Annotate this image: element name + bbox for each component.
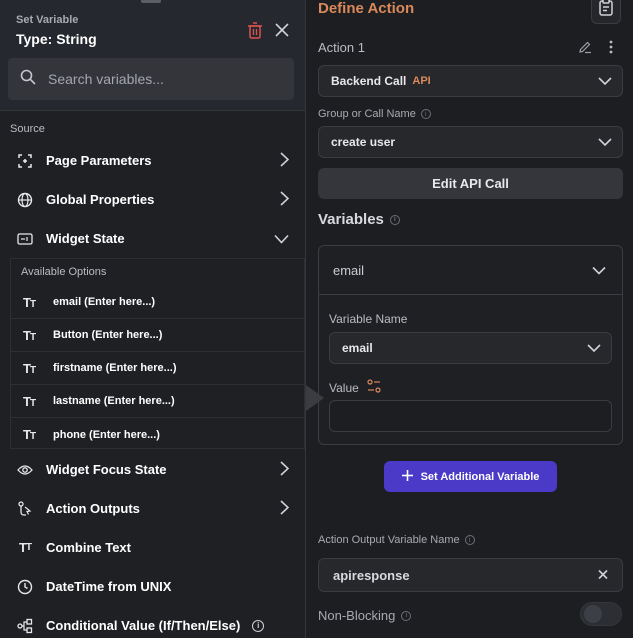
variable-name-select[interactable]: email (329, 332, 612, 364)
non-blocking-toggle[interactable] (580, 602, 622, 626)
variables-title: Variables i (318, 211, 400, 228)
toggle-knob (584, 605, 602, 623)
info-icon: i (401, 610, 412, 621)
available-options-label: Available Options (21, 266, 107, 278)
chevron-right-icon (280, 499, 290, 518)
list-item[interactable]: TT phone (Enter here...) (11, 418, 305, 451)
nav-item-global-properties[interactable]: Global Properties (0, 180, 305, 219)
more-options-icon[interactable] (608, 40, 614, 59)
trash-icon[interactable] (247, 22, 263, 44)
chevron-down-icon (587, 341, 601, 355)
info-icon: i (420, 109, 431, 119)
chevron-down-icon (592, 263, 606, 278)
nav-item-label: Widget Focus State (46, 462, 167, 477)
search-icon (20, 69, 36, 90)
nav-item-widget-focus-state[interactable]: Widget Focus State (0, 450, 305, 489)
action-label: Action 1 (318, 40, 365, 55)
list-item[interactable]: TT firstname (Enter here...) (11, 352, 305, 385)
document-button[interactable] (591, 0, 621, 24)
info-icon: i (464, 535, 475, 545)
text-icon: TT (23, 427, 36, 442)
nav-item-widget-state[interactable]: Widget State (0, 219, 305, 258)
page-params-icon (16, 152, 34, 170)
variable-card-header[interactable]: email (319, 246, 622, 295)
nav-item-label: Global Properties (46, 192, 155, 207)
type-label: Type: String (16, 31, 97, 47)
chevron-down-icon (274, 231, 289, 246)
source-label: Source (10, 123, 45, 135)
action-outputs-icon (16, 500, 34, 518)
action-type-select[interactable]: Backend Call API (318, 65, 623, 97)
nav-item-combine-text[interactable]: TT Combine Text (0, 528, 305, 567)
text-icon: TT (23, 327, 36, 343)
chevron-down-icon (598, 135, 612, 149)
text-icon: TT (23, 393, 36, 409)
variable-name-label: Variable Name (329, 312, 408, 326)
clear-icon[interactable] (598, 568, 608, 583)
available-options-list: Available Options TT email (Enter here..… (10, 258, 305, 449)
group-call-label: Group or Call Name i (318, 108, 431, 120)
chevron-right-icon (280, 460, 290, 479)
nav-item-conditional-value[interactable]: Conditional Value (If/Then/Else) i (0, 606, 305, 638)
edit-icon[interactable] (578, 40, 592, 59)
list-item[interactable]: TT email (Enter here...) (11, 286, 305, 319)
define-action-panel: Define Action Action 1 Backend Call API … (306, 0, 633, 638)
text-icon: TT (23, 360, 36, 376)
search-input[interactable] (48, 71, 268, 87)
set-variable-panel: Set Variable Type: String Source Page Pa… (0, 0, 306, 638)
value-label: Value (329, 379, 381, 396)
variable-card: email Variable Name email Value (318, 245, 623, 445)
list-item[interactable]: TT lastname (Enter here...) (11, 385, 305, 418)
non-blocking-label: Non-Blocking i (318, 608, 412, 623)
document-icon (598, 0, 614, 21)
action-type-value: Backend Call (331, 74, 407, 88)
chevron-right-icon (280, 151, 290, 170)
nav-item-action-outputs[interactable]: Action Outputs (0, 489, 305, 528)
drag-handle[interactable] (141, 0, 161, 3)
group-call-select[interactable]: create user (318, 126, 623, 158)
variable-card-title: email (333, 262, 365, 278)
action-output-field[interactable]: apiresponse (318, 558, 623, 592)
close-icon[interactable] (275, 23, 289, 42)
text-icon: TT (23, 294, 36, 310)
conditional-icon (16, 617, 34, 635)
popover-pointer (306, 385, 324, 411)
api-tag: API (412, 75, 431, 87)
nav-item-label: DateTime from UNIX (46, 579, 172, 594)
edit-api-call-button[interactable]: Edit API Call (318, 168, 623, 199)
clock-icon (16, 578, 34, 596)
group-call-value: create user (331, 135, 396, 149)
variable-source-icon[interactable] (367, 379, 381, 396)
search-box[interactable] (8, 58, 294, 100)
eye-icon (16, 461, 34, 479)
info-icon: i (389, 214, 400, 225)
globe-icon (16, 191, 34, 209)
define-action-title: Define Action (318, 0, 415, 17)
nav-item-label: Widget State (46, 231, 125, 246)
nav-item-label: Action Outputs (46, 501, 140, 516)
set-variable-header: Set Variable Type: String (0, 0, 305, 111)
info-icon: i (252, 619, 265, 632)
set-additional-variable-button[interactable]: Set Additional Variable (384, 461, 557, 492)
chevron-right-icon (280, 190, 290, 209)
action-output-value: apiresponse (333, 567, 410, 583)
set-variable-label: Set Variable (16, 14, 79, 26)
list-item[interactable]: TT Button (Enter here...) (11, 319, 305, 352)
plus-icon (401, 469, 413, 484)
widget-state-icon (16, 230, 34, 248)
value-input[interactable] (329, 400, 612, 432)
text-icon: TT (18, 540, 32, 555)
nav-item-label: Combine Text (46, 540, 131, 555)
variable-name-value: email (342, 341, 373, 355)
nav-item-datetime-unix[interactable]: DateTime from UNIX (0, 567, 305, 606)
nav-item-label: Conditional Value (If/Then/Else) (46, 618, 241, 633)
nav-item-label: Page Parameters (46, 153, 152, 168)
chevron-down-icon (598, 74, 612, 88)
nav-item-page-parameters[interactable]: Page Parameters (0, 141, 305, 180)
action-output-label: Action Output Variable Name i (318, 534, 475, 546)
